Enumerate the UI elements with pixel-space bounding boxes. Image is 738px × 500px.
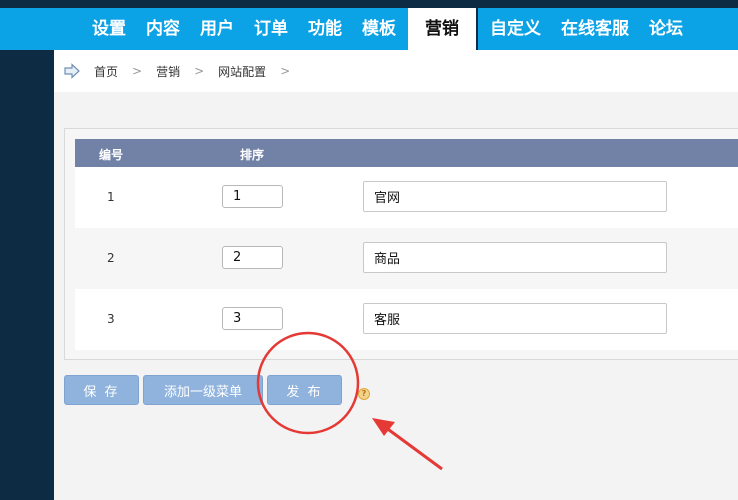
publish-button[interactable]: 发 布: [267, 375, 342, 405]
menu-table-panel: 编号 排序 1 2 3: [64, 128, 738, 360]
menu-name-input[interactable]: [363, 303, 667, 334]
sort-input[interactable]: [222, 185, 283, 208]
table-row: 2: [75, 228, 738, 289]
nav-item-marketing[interactable]: 营销: [408, 8, 478, 50]
nav-item-content[interactable]: 内容: [136, 8, 190, 50]
sort-input[interactable]: [222, 246, 283, 269]
breadcrumb-site-config[interactable]: 网站配置: [218, 63, 266, 80]
breadcrumb-separator: >: [194, 64, 205, 78]
table-row: 1: [75, 167, 738, 228]
nav-item-templates[interactable]: 模板: [352, 8, 406, 50]
table-header: 编号 排序: [75, 139, 738, 167]
breadcrumb-separator: >: [280, 64, 291, 78]
nav-item-users[interactable]: 用户: [190, 8, 244, 50]
nav-item-custom[interactable]: 自定义: [480, 8, 551, 50]
table-row: 3: [75, 289, 738, 350]
save-button[interactable]: 保 存: [64, 375, 139, 405]
column-header-id: 编号: [99, 148, 124, 162]
nav-item-settings[interactable]: 设置: [82, 8, 136, 50]
home-arrow-icon[interactable]: [64, 63, 80, 79]
nav-item-online-service[interactable]: 在线客服: [551, 8, 639, 50]
row-id: 2: [107, 251, 115, 265]
sort-input[interactable]: [222, 307, 283, 330]
main-nav: 设置 内容 用户 订单 功能 模板 营销 自定义 在线客服 论坛: [82, 8, 693, 50]
help-icon[interactable]: ?: [358, 388, 370, 400]
nav-item-orders[interactable]: 订单: [244, 8, 298, 50]
nav-item-functions[interactable]: 功能: [298, 8, 352, 50]
left-sidebar: [0, 50, 54, 500]
breadcrumb-marketing[interactable]: 营销: [156, 63, 180, 80]
add-top-menu-button[interactable]: 添加一级菜单: [143, 375, 263, 405]
row-id: 3: [107, 312, 115, 326]
breadcrumb-separator: >: [132, 64, 143, 78]
main-content: 编号 排序 1 2 3 保 存 添加一级菜单 发 布 ?: [54, 92, 738, 500]
column-header-sort: 排序: [240, 148, 265, 162]
menu-name-input[interactable]: [363, 242, 667, 273]
breadcrumb-home[interactable]: 首页: [94, 63, 118, 80]
breadcrumb: 首页 > 营销 > 网站配置 >: [54, 50, 738, 92]
menu-name-input[interactable]: [363, 181, 667, 212]
nav-item-forum[interactable]: 论坛: [639, 8, 693, 50]
row-id: 1: [107, 190, 115, 204]
